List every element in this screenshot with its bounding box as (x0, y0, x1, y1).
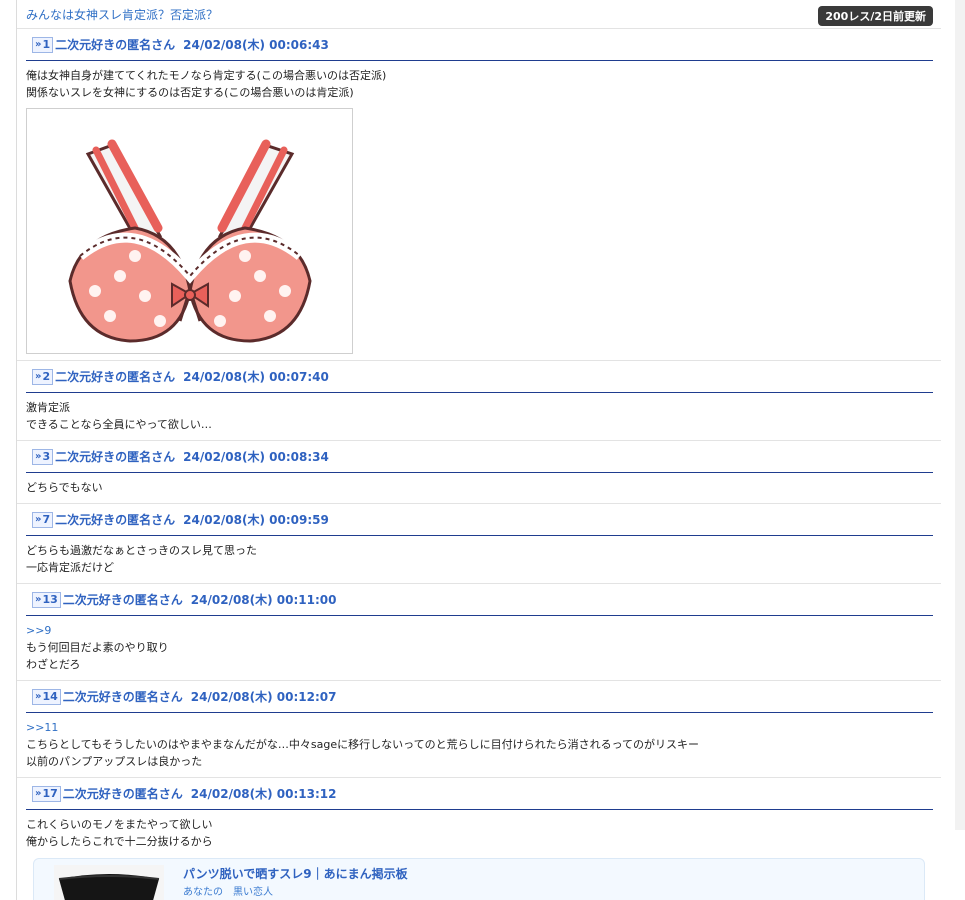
post-date: 24/02/08(木) 00:08:34 (183, 450, 329, 464)
post: » 2 二次元好きの匿名さん 24/02/08(木) 00:07:40 激肯定派 … (17, 361, 941, 441)
res-number: 13 (42, 593, 58, 606)
post-line: わざとだろ (26, 658, 81, 671)
post: » 14 二次元好きの匿名さん 24/02/08(木) 00:12:07 >>11… (17, 681, 941, 778)
post: » 17 二次元好きの匿名さん 24/02/08(木) 00:13:12 これくら… (17, 778, 941, 857)
post-body: 激肯定派 できることなら全員にやって欲しい… (26, 393, 933, 440)
related-thumbnail (54, 865, 164, 900)
res-number: 3 (42, 450, 51, 463)
thread-page: みんなは女神スレ肯定派？否定派？ 200レス/2日前更新 » 1 二次元好きの匿名… (16, 0, 942, 900)
related-thread-subtitle: あなたの 黒い恋人 (183, 887, 273, 898)
post: » 3 二次元好きの匿名さん 24/02/08(木) 00:08:34 どちらでも… (17, 441, 941, 504)
post-body: どちらも過激だなぁとさっきのスレ見て思った 一応肯定派だけど (26, 536, 933, 583)
post-line: こちらとしてもそうしたいのはやまやまなんだがな…中々sageに移行しないってのと… (26, 738, 700, 751)
reply-anchor-link[interactable]: >>9 (26, 622, 933, 639)
related-thread-title[interactable]: パンツ脱いで晒すスレ9｜あにまん掲示板 (183, 865, 408, 882)
post-body: どちらでもない (26, 473, 933, 503)
poster-name: 二次元好きの匿名さん (55, 38, 176, 52)
res-number-button[interactable]: » 13 (32, 591, 61, 608)
poster-name: 二次元好きの匿名さん (55, 370, 176, 384)
res-number: 17 (42, 787, 58, 800)
double-chevron-right-icon: » (35, 514, 42, 525)
double-chevron-right-icon: » (35, 39, 42, 50)
post-body: >>9 もう何回目だよ素のやり取り わざとだろ (26, 616, 933, 680)
post-line: もう何回目だよ素のやり取り (26, 641, 169, 654)
post-date: 24/02/08(木) 00:11:00 (190, 593, 337, 607)
post-date: 24/02/08(木) 00:07:40 (183, 370, 329, 384)
res-number-button[interactable]: » 3 (32, 448, 54, 465)
post-header: » 2 二次元好きの匿名さん 24/02/08(木) 00:07:40 (26, 361, 933, 393)
poster-name: 二次元好きの匿名さん (55, 450, 176, 464)
reply-anchor-link[interactable]: >>11 (26, 719, 933, 736)
post-header: » 1 二次元好きの匿名さん 24/02/08(木) 00:06:43 (26, 29, 933, 61)
double-chevron-right-icon: » (35, 371, 42, 382)
post-line: どちらも過激だなぁとさっきのスレ見て思った (26, 544, 257, 557)
post-line: 関係ないスレを女神にするのは否定する(この場合悪いのは肯定派) (26, 86, 354, 99)
res-number: 14 (42, 690, 58, 703)
post-line: 俺からしたらこれで十二分抜けるから (26, 835, 213, 848)
post-body: >>11 こちらとしてもそうしたいのはやまやまなんだがな…中々sageに移行しな… (26, 713, 933, 777)
thread-title-link[interactable]: みんなは女神スレ肯定派？否定派？ (26, 6, 218, 23)
post: » 13 二次元好きの匿名さん 24/02/08(木) 00:11:00 >>9 … (17, 584, 941, 681)
poster-name: 二次元好きの匿名さん (62, 593, 183, 607)
post-date: 24/02/08(木) 00:12:07 (190, 690, 337, 704)
post-header: » 3 二次元好きの匿名さん 24/02/08(木) 00:08:34 (26, 441, 933, 473)
post: » 7 二次元好きの匿名さん 24/02/08(木) 00:09:59 どちらも過… (17, 504, 941, 584)
post-body: 俺は女神自身が建ててくれたモノなら肯定する(この場合悪いのは否定派) 関係ないス… (26, 61, 933, 360)
post-header: » 7 二次元好きの匿名さん 24/02/08(木) 00:09:59 (26, 504, 933, 536)
res-number: 1 (42, 38, 51, 51)
post-line: どちらでもない (26, 481, 103, 494)
post-body: これくらいのモノをまたやって欲しい 俺からしたらこれで十二分抜けるから (26, 810, 933, 857)
post: » 1 二次元好きの匿名さん 24/02/08(木) 00:06:43 俺は女神自… (17, 29, 941, 361)
black-underwear-image (58, 874, 160, 900)
res-number-button[interactable]: » 14 (32, 688, 61, 705)
post-line: これくらいのモノをまたやって欲しい (26, 818, 213, 831)
thread-topbar: みんなは女神スレ肯定派？否定派？ 200レス/2日前更新 (17, 0, 941, 29)
post-line: できることなら全員にやって欲しい… (26, 418, 212, 431)
related-thread-card[interactable]: パンツ脱いで晒すスレ9｜あにまん掲示板 あなたの 黒い恋人 (33, 858, 925, 900)
res-number-button[interactable]: » 2 (32, 368, 54, 385)
post-header: » 14 二次元好きの匿名さん 24/02/08(木) 00:12:07 (26, 681, 933, 713)
post-line: 以前のパンプアップスレは良かった (26, 755, 203, 768)
post-line: 俺は女神自身が建ててくれたモノなら肯定する(この場合悪いのは否定派) (26, 69, 387, 82)
double-chevron-right-icon: » (35, 691, 42, 702)
double-chevron-right-icon: » (35, 788, 42, 799)
res-number-button[interactable]: » 1 (32, 36, 54, 53)
post-header: » 13 二次元好きの匿名さん 24/02/08(木) 00:11:00 (26, 584, 933, 616)
post-line: 激肯定派 (26, 401, 70, 414)
res-number: 2 (42, 370, 51, 383)
window-right-edge (941, 0, 965, 900)
scroll-track (955, 0, 965, 830)
res-number: 7 (42, 513, 51, 526)
post-date: 24/02/08(木) 00:06:43 (183, 38, 329, 52)
res-number-button[interactable]: » 7 (32, 511, 54, 528)
double-chevron-right-icon: » (35, 594, 42, 605)
double-chevron-right-icon: » (35, 451, 42, 462)
post-image[interactable] (26, 108, 353, 354)
poster-name: 二次元好きの匿名さん (62, 690, 183, 704)
post-date: 24/02/08(木) 00:13:12 (190, 787, 337, 801)
post-header: » 17 二次元好きの匿名さん 24/02/08(木) 00:13:12 (26, 778, 933, 810)
post-line: 一応肯定派だけど (26, 561, 114, 574)
res-number-button[interactable]: » 17 (32, 785, 61, 802)
bra-illustration (67, 139, 312, 343)
update-badge: 200レス/2日前更新 (818, 6, 933, 26)
post-date: 24/02/08(木) 00:09:59 (183, 513, 329, 527)
poster-name: 二次元好きの匿名さん (55, 513, 176, 527)
poster-name: 二次元好きの匿名さん (62, 787, 183, 801)
